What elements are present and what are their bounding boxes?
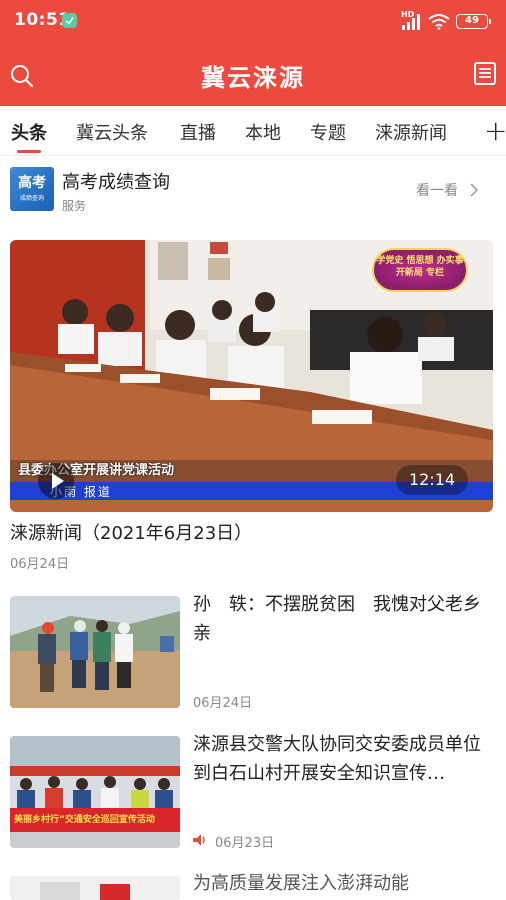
service-name: 高考成绩查询 — [62, 172, 170, 193]
news-headline: 为高质量发展注入澎湃动能 — [193, 873, 409, 894]
newspaper-menu-icon[interactable] — [474, 62, 496, 86]
add-channel-icon[interactable]: + — [484, 114, 506, 147]
channel-tabs: 头条 冀云头条 直播 本地 专题 涞源新闻 + — [0, 106, 506, 156]
active-tab-indicator — [17, 150, 41, 153]
gaokao-service-row[interactable]: 高考 成绩查询 高考成绩查询 服务 看一看 — [0, 160, 506, 224]
news-item[interactable]: 美丽乡村行”交通安全巡回宣传活动 涞源县交警大队协同交安委成员单位到白石山村开展… — [0, 734, 506, 856]
tab-laiyuan-news[interactable]: 涞源新闻 — [375, 119, 447, 145]
status-bar: 10:51 HD 49 — [0, 0, 506, 44]
chevron-right-icon — [470, 183, 479, 197]
tab-local[interactable]: 本地 — [245, 119, 281, 145]
tab-toutiao[interactable]: 头条 — [11, 119, 47, 145]
news-thumbnail — [10, 876, 180, 900]
tab-live[interactable]: 直播 — [180, 119, 216, 145]
play-icon[interactable] — [38, 463, 74, 499]
news-item[interactable]: 为高质量发展注入澎湃动能 — [0, 872, 506, 900]
news-thumbnail: 美丽乡村行”交通安全巡回宣传活动 — [10, 736, 180, 848]
video-duration: 12:14 — [396, 465, 468, 495]
battery-indicator: 49 — [456, 14, 491, 29]
tab-jiyun-toutiao[interactable]: 冀云头条 — [76, 119, 148, 145]
news-headline: 孙 轶：不摆脱贫困 我愧对父老乡亲 — [193, 594, 481, 644]
news-date: 06月24日 — [193, 696, 253, 711]
app-title: 冀云涞源 — [201, 64, 305, 92]
tab-special[interactable]: 专题 — [310, 119, 346, 145]
news-thumbnail — [10, 596, 180, 708]
video-title[interactable]: 涞源新闻（2021年6月23日） — [10, 519, 252, 545]
campaign-badge: 学党史 悟思想 办实事 开新局 专栏 — [372, 248, 468, 292]
gaokao-logo: 高考 成绩查询 — [10, 167, 54, 211]
notification-app-icon — [62, 13, 77, 28]
service-more-link[interactable]: 看一看 — [416, 180, 458, 200]
video-date: 06月24日 — [10, 557, 70, 572]
app-header: 冀云涞源 — [0, 44, 506, 106]
banner-text: 美丽乡村行”交通安全巡回宣传活动 — [14, 815, 155, 825]
news-item[interactable]: 孙 轶：不摆脱贫困 我愧对父老乡亲 06月24日 — [0, 594, 506, 716]
speaker-icon — [193, 834, 205, 846]
news-date: 06月23日 — [215, 836, 275, 851]
signal-icon — [402, 14, 420, 30]
wifi-icon — [428, 14, 450, 30]
featured-video[interactable]: 学党史 悟思想 办实事 开新局 专栏 县委办公室开展讲党课活动 小雨 报道 12… — [10, 240, 493, 512]
news-headline: 涞源县交警大队协同交安委成员单位到白石山村开展安全知识宣传… — [193, 734, 481, 784]
service-category: 服务 — [62, 199, 87, 213]
